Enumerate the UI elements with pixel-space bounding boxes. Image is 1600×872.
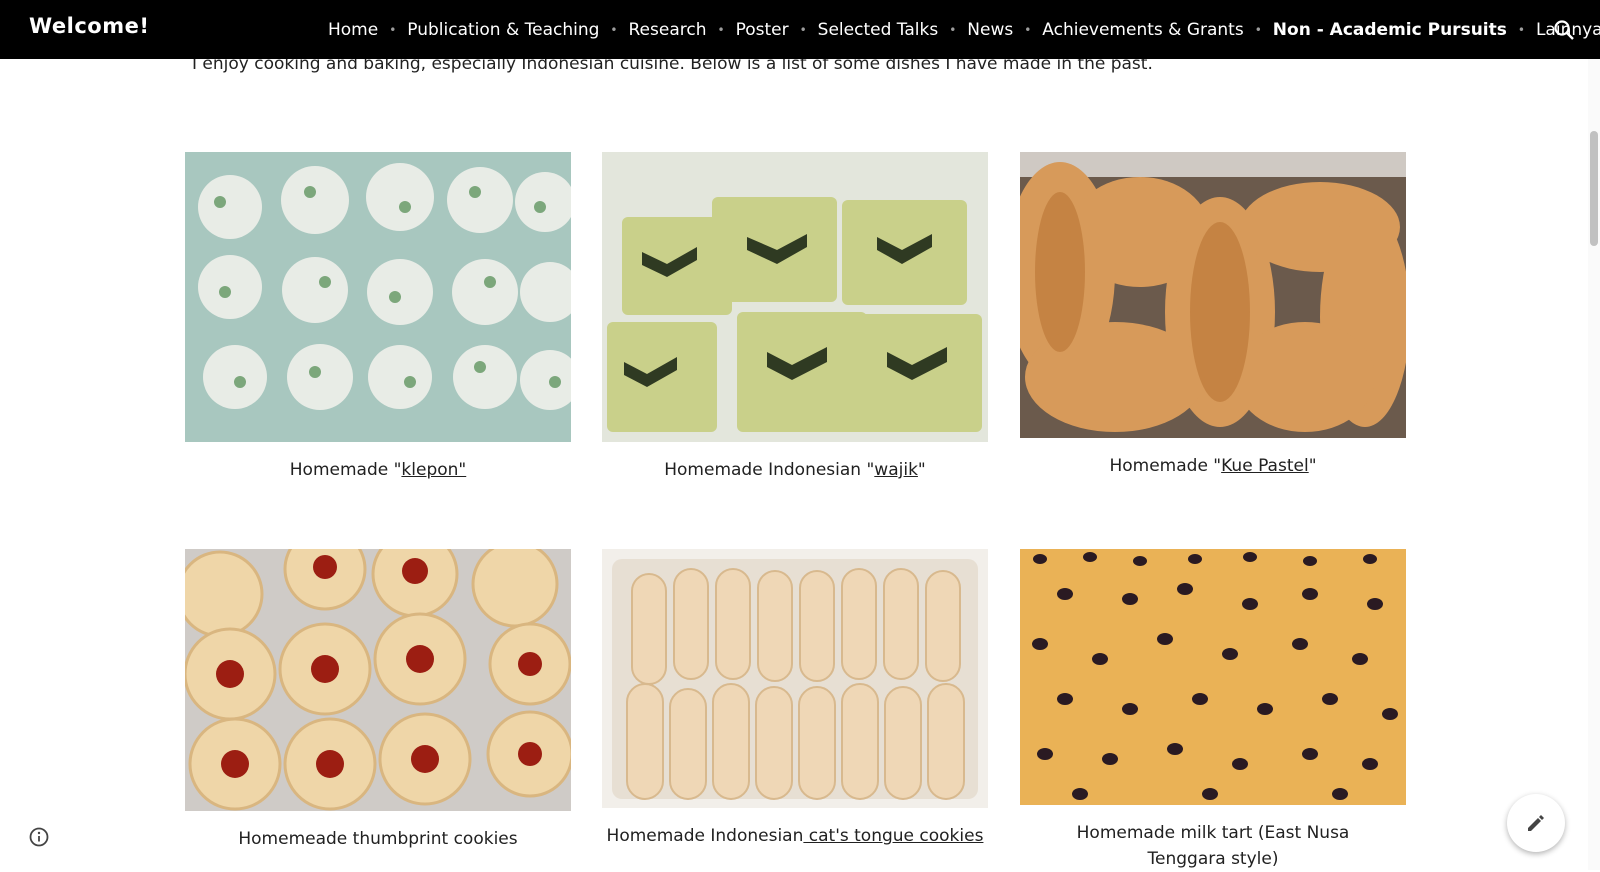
nav-item-publication-teaching[interactable]: Publication & Teaching: [407, 20, 599, 40]
caption-wajik: Homemade Indonesian "wajik": [602, 457, 988, 483]
nav-item-selected-talks[interactable]: Selected Talks: [818, 20, 939, 40]
nav-separator: •: [610, 22, 618, 37]
caption-link-kue-pastel[interactable]: Kue Pastel: [1221, 456, 1309, 476]
scrollbar-thumb[interactable]: [1590, 131, 1598, 246]
nav-item-home[interactable]: Home: [328, 20, 378, 40]
caption-text: Homemeade thumbprint cookies: [238, 829, 518, 849]
site-title[interactable]: Welcome!: [29, 14, 149, 38]
caption-thumbprint-cookies: Homemeade thumbprint cookies: [185, 826, 571, 852]
nav-item-non-academic-pursuits[interactable]: Non - Academic Pursuits: [1273, 20, 1507, 40]
caption-milk-tart: Homemade milk tart (East Nusa Tenggara s…: [1040, 820, 1386, 872]
nav-item-achievements-grants[interactable]: Achievements & Grants: [1042, 20, 1243, 40]
nav-separator: •: [1254, 22, 1262, 37]
photo-thumbprint-cookies: [185, 549, 571, 811]
photo-cats-tongue-cookies: [602, 549, 988, 808]
caption-link-wajik[interactable]: wajik: [874, 460, 918, 480]
caption-text: Homemade Indonesian: [606, 826, 804, 846]
nav-separator: •: [1517, 22, 1525, 37]
info-icon[interactable]: [28, 826, 50, 848]
caption-link-cats-tongue-cookies[interactable]: cat's tongue cookies: [803, 826, 984, 846]
photo-kue-pastel: [1020, 152, 1406, 438]
nav-separator: •: [389, 22, 397, 37]
top-navigation-bar: Welcome! Home • Publication & Teaching •…: [0, 0, 1600, 59]
caption-text-suffix: ": [1308, 456, 1317, 476]
scrollbar-track[interactable]: [1588, 59, 1600, 870]
nav-item-research[interactable]: Research: [629, 20, 707, 40]
caption-cats-tongue-cookies: Homemade Indonesian cat's tongue cookies: [602, 823, 988, 849]
caption-link-klepon[interactable]: klepon": [401, 460, 466, 480]
main-nav: Home • Publication & Teaching • Research…: [328, 0, 1600, 59]
photo-klepon: [185, 152, 571, 442]
caption-kue-pastel: Homemade "Kue Pastel": [1020, 453, 1406, 479]
nav-item-poster[interactable]: Poster: [736, 20, 789, 40]
search-icon[interactable]: [1552, 18, 1576, 42]
caption-text: Homemade ": [1109, 456, 1222, 476]
photo-milk-tart: [1020, 549, 1406, 805]
nav-separator: •: [1024, 22, 1032, 37]
caption-text: Homemade milk tart (East Nusa Tenggara s…: [1076, 823, 1350, 869]
photo-wajik: [602, 152, 988, 442]
edit-button[interactable]: [1507, 794, 1565, 852]
nav-separator: •: [717, 22, 725, 37]
caption-text: Homemade Indonesian ": [664, 460, 875, 480]
caption-text: Homemade ": [289, 460, 402, 480]
caption-klepon: Homemade "klepon": [185, 457, 571, 483]
caption-text-suffix: ": [917, 460, 926, 480]
nav-separator: •: [949, 22, 957, 37]
pencil-icon: [1528, 815, 1544, 831]
nav-separator: •: [799, 22, 807, 37]
nav-item-news[interactable]: News: [967, 20, 1013, 40]
